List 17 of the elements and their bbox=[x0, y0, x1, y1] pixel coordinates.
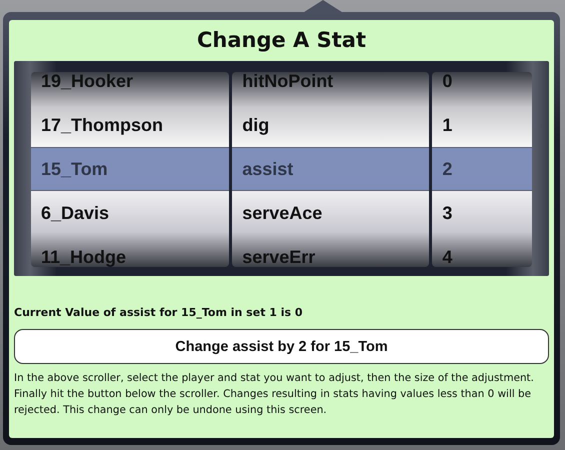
picker-item[interactable]: 6_Davis bbox=[31, 191, 230, 235]
current-value-text: Current Value of assist for 15_Tom in set 1 is 0 bbox=[13, 306, 304, 319]
picker-item[interactable]: 3 bbox=[432, 191, 532, 235]
picker-wheel[interactable]: hitNoPoint dig assist serveAce serveErr bbox=[232, 72, 430, 267]
picker-item[interactable]: assist bbox=[232, 147, 430, 191]
picker-item[interactable]: dig bbox=[232, 103, 430, 147]
instructions-text: In the above scroller, select the player and stat you want to adjust, then the size of the adjustment. Finally hit the button below the scroller. Changes resulting in stats having values less than 0 will be rejected. This change can only be undone using this screen. bbox=[14, 371, 535, 418]
picker-item[interactable]: 1 bbox=[432, 103, 532, 147]
popover-arrow-icon bbox=[301, 0, 345, 14]
dialog-title: Change A Stat bbox=[196, 27, 367, 54]
picker-wheel[interactable]: 0 1 2 3 4 bbox=[432, 72, 532, 267]
change-stat-button[interactable]: Change assist by 2 for 15_Tom bbox=[14, 329, 549, 364]
picker-wheel[interactable]: 19_Hooker 17_Thompson 15_Tom 6_Davis 11_Hodge bbox=[31, 72, 230, 267]
picker-item[interactable]: serveAce bbox=[232, 191, 430, 235]
picker-item[interactable]: 2 bbox=[432, 147, 532, 191]
picker-item[interactable]: 15_Tom bbox=[31, 147, 230, 191]
picker-item[interactable]: 17_Thompson bbox=[31, 103, 230, 147]
